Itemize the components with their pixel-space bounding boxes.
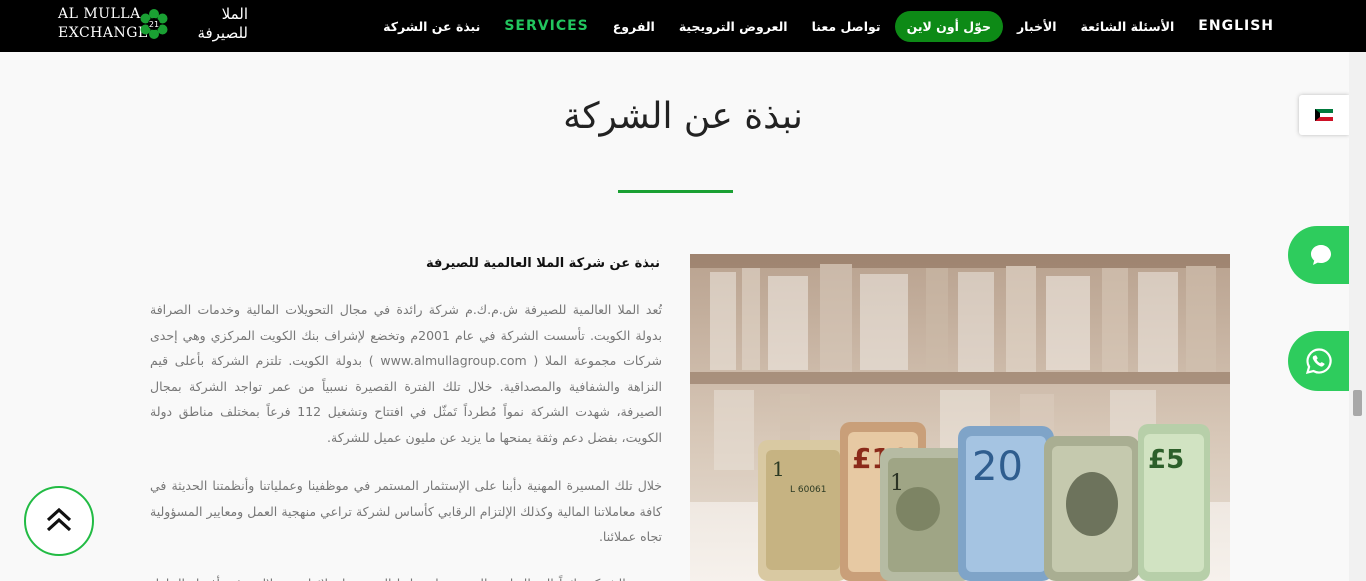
site-logo[interactable]: AL MULLA EXCHANGE 21 الملا للصيرفة — [58, 5, 248, 45]
nav-branches[interactable]: الفروع — [613, 19, 655, 34]
kuwait-flag-icon — [1315, 109, 1333, 121]
about-paragraph-3: تسعى الشركة دائماً إلى التطوير المستمر ل… — [150, 571, 662, 581]
title-underline — [618, 190, 733, 193]
section-heading: نبذة عن شركة الملا العالمية للصيرفة — [426, 256, 660, 271]
svg-text:£5: £5 — [1148, 445, 1184, 475]
nav-contact[interactable]: تواصل معنا — [812, 19, 881, 34]
whatsapp-button[interactable] — [1288, 331, 1352, 391]
nav-english[interactable]: ENGLISH — [1198, 18, 1274, 34]
main-menu: ENGLISH الأسئلة الشائعة الأخبار حوّل أون… — [383, 10, 1286, 42]
nav-news[interactable]: الأخبار — [1017, 19, 1057, 34]
logo-text-english: AL MULLA EXCHANGE — [58, 6, 149, 41]
about-paragraph-2: خلال تلك المسيرة المهنية دأبنا على الإست… — [150, 478, 662, 544]
svg-text:1: 1 — [890, 471, 904, 496]
chat-bubble-icon — [1311, 245, 1331, 265]
svg-text:1: 1 — [772, 457, 785, 481]
nav-faq[interactable]: الأسئلة الشائعة — [1081, 19, 1175, 34]
currency-illustration: 1 L 60061 £10 1 20 £5 — [690, 254, 1230, 581]
page-scrollbar[interactable] — [1349, 52, 1366, 581]
nav-transfer-online[interactable]: حوّل أون لاين — [894, 10, 1003, 42]
page-title: نبذة عن الشركة — [563, 96, 803, 137]
logo-text-arabic: الملا للصيرفة — [197, 5, 248, 42]
whatsapp-icon — [1305, 348, 1332, 375]
live-chat-button[interactable] — [1288, 226, 1352, 284]
top-navigation-bar: AL MULLA EXCHANGE 21 الملا للصيرفة ENGLI… — [0, 0, 1366, 52]
currency-rolls-photo: 1 L 60061 £10 1 20 £5 — [690, 254, 1230, 581]
logo-emblem-icon: 21 — [140, 9, 168, 39]
scrollbar-thumb[interactable] — [1353, 390, 1362, 416]
double-chevron-up-icon — [46, 507, 72, 532]
nav-promotions[interactable]: العروض الترويجية — [679, 19, 788, 34]
about-paragraph-1: تُعد الملا العالمية للصيرفة ش.م.ك.م شركة… — [150, 302, 662, 445]
nav-services[interactable]: SERVICES — [504, 18, 588, 34]
svg-text:L 60061: L 60061 — [790, 485, 827, 495]
svg-text:21: 21 — [149, 20, 159, 29]
nav-about[interactable]: نبذة عن الشركة — [383, 19, 480, 34]
language-flag-button[interactable] — [1299, 95, 1349, 135]
scroll-to-top-button[interactable] — [24, 486, 94, 556]
svg-text:20: 20 — [972, 444, 1023, 490]
